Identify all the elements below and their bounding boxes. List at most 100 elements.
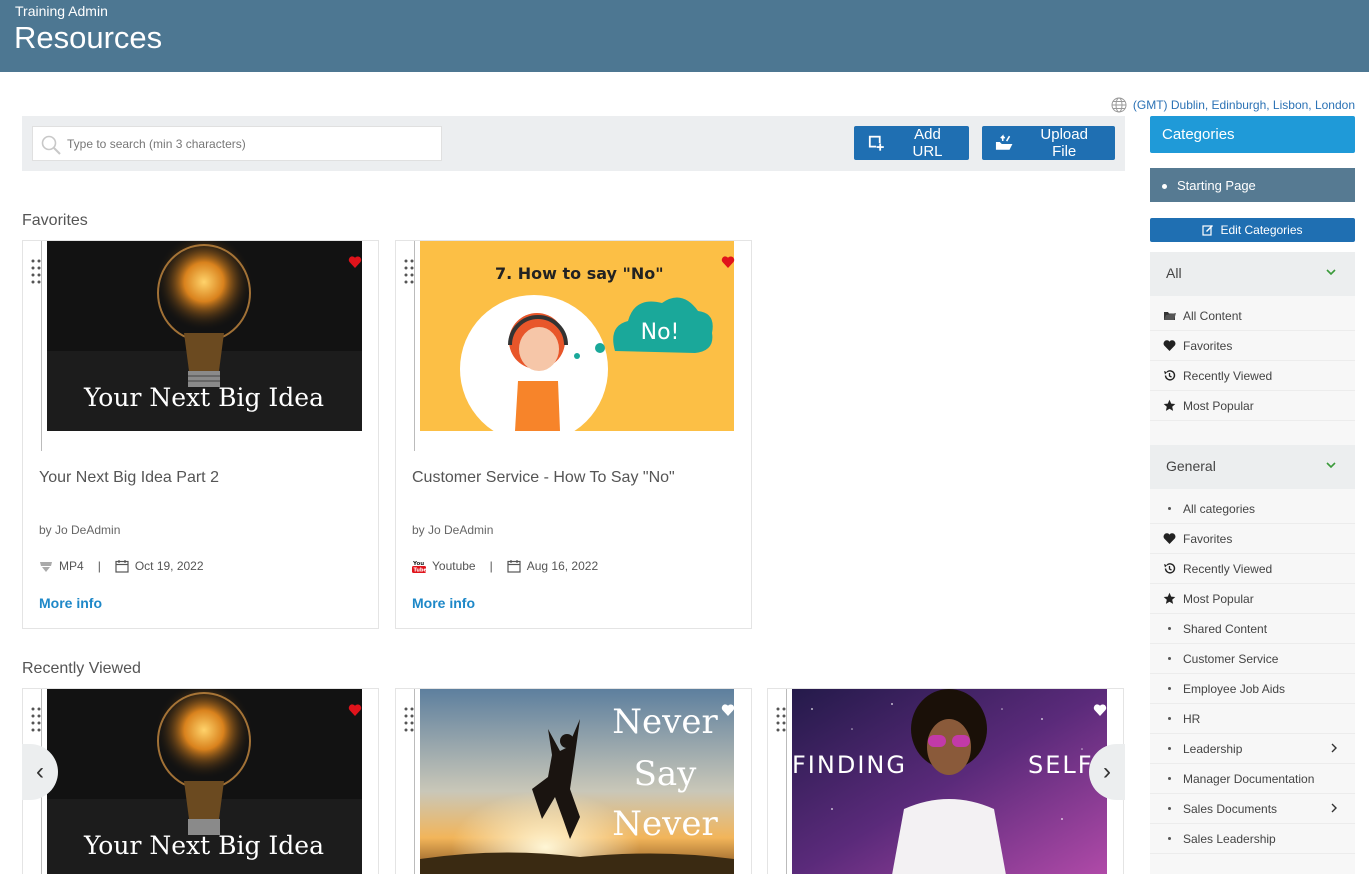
thumbnail-line-3: Never xyxy=(612,804,718,844)
add-url-icon xyxy=(868,135,885,152)
page-title: Resources xyxy=(14,20,163,55)
favorite-heart-icon[interactable] xyxy=(1093,703,1107,717)
search-box xyxy=(32,126,442,161)
favorite-heart-icon[interactable] xyxy=(721,703,735,717)
toolbar: Add URL Upload File xyxy=(22,116,1125,171)
starting-page-label: Starting Page xyxy=(1177,178,1256,193)
favorite-heart-icon[interactable] xyxy=(348,255,362,269)
thumbnail-line-2: Say xyxy=(634,754,698,794)
group-all-label: All xyxy=(1166,265,1182,281)
drag-handle-icon[interactable] xyxy=(31,707,41,733)
sidebar-item-hr[interactable]: HR xyxy=(1150,704,1355,734)
sidebar-item-manager-documentation[interactable]: Manager Documentation xyxy=(1150,764,1355,794)
sidebar-item-employee-job-aids[interactable]: Employee Job Aids xyxy=(1150,674,1355,704)
resource-card[interactable]: FINDING SELF xyxy=(767,688,1124,874)
card-title[interactable]: Your Next Big Idea Part 2 xyxy=(39,469,219,487)
chevron-right-icon: › xyxy=(1103,758,1111,785)
sidebar-item-label: Employee Job Aids xyxy=(1183,681,1286,696)
lightbulb-image: Your Next Big Idea xyxy=(47,241,362,431)
sidebar-item-favorites[interactable]: Favorites xyxy=(1150,524,1355,554)
card-title[interactable]: Customer Service - How To Say "No" xyxy=(412,469,675,487)
favorite-heart-icon[interactable] xyxy=(348,703,362,717)
sidebar-item-sales-documents[interactable]: Sales Documents xyxy=(1150,794,1355,824)
upload-file-label: Upload File xyxy=(1040,126,1088,160)
video-file-icon xyxy=(40,562,52,572)
card-meta: You Tube Youtube | Aug 16, 2022 xyxy=(412,559,598,573)
card-author: by Jo DeAdmin xyxy=(412,523,494,537)
drag-handle-icon[interactable] xyxy=(404,259,414,285)
sidebar-item-recently-viewed[interactable]: Recently Viewed xyxy=(1150,554,1355,584)
chevron-right-icon[interactable] xyxy=(1329,802,1339,814)
thumbnail-title: 7. How to say "No" xyxy=(495,264,664,283)
chevron-right-icon[interactable] xyxy=(1329,742,1339,754)
drag-handle-icon[interactable] xyxy=(31,259,41,285)
sidebar-item-shared-content[interactable]: Shared Content xyxy=(1150,614,1355,644)
sidebar-item-favorites[interactable]: Favorites xyxy=(1150,331,1355,361)
card-thumbnail[interactable]: 7. How to say "No" No! xyxy=(420,241,734,431)
never-say-never-image: Never Say Never xyxy=(420,689,734,874)
card-thumbnail[interactable]: Never Say Never xyxy=(420,689,734,874)
thumbnail-left-text: FINDING xyxy=(792,751,907,779)
bullet-icon xyxy=(1167,717,1171,720)
page-header: Training Admin Resources xyxy=(0,0,1369,72)
sidebar-item-most-popular[interactable]: Most Popular xyxy=(1150,391,1355,421)
more-info-link[interactable]: More info xyxy=(39,595,102,611)
search-input[interactable] xyxy=(67,127,437,160)
bullet-icon xyxy=(1167,627,1171,630)
folder-icon xyxy=(1163,312,1176,320)
card-thumbnail[interactable]: Your Next Big Idea xyxy=(47,241,362,431)
resource-card[interactable]: Your Next Big Idea Your Next Big Idea Pa… xyxy=(22,240,379,629)
resource-card[interactable]: 7. How to say "No" No! Customer Service … xyxy=(395,240,752,629)
drag-handle-icon[interactable] xyxy=(776,707,786,733)
thumbnail-right-text: SELF xyxy=(1028,751,1094,779)
upload-icon xyxy=(995,134,1013,150)
heart-icon xyxy=(1163,533,1175,544)
sidebar-item-label: Most Popular xyxy=(1183,398,1254,413)
favorite-heart-icon[interactable] xyxy=(721,255,735,269)
more-info-link[interactable]: More info xyxy=(412,595,475,611)
resource-card[interactable]: Never Say Never xyxy=(395,688,752,874)
edit-icon xyxy=(1202,225,1214,236)
sidebar-item-label: Sales Documents xyxy=(1183,801,1278,816)
sidebar-item-all-categories[interactable]: All categories xyxy=(1150,494,1355,524)
sidebar-item-recently-viewed[interactable]: Recently Viewed xyxy=(1150,361,1355,391)
meta-separator: | xyxy=(489,559,493,573)
card-date: Aug 16, 2022 xyxy=(526,559,599,573)
bullet-icon xyxy=(1167,837,1171,840)
card-thumbnail[interactable]: FINDING SELF xyxy=(792,689,1107,874)
search-icon xyxy=(41,135,61,155)
sidebar-item-label: All Content xyxy=(1183,308,1242,323)
say-no-image: 7. How to say "No" No! xyxy=(420,241,734,431)
card-type: MP4 xyxy=(59,559,84,573)
sidebar-item-leadership[interactable]: Leadership xyxy=(1150,734,1355,764)
bullet-icon xyxy=(1162,184,1167,190)
upload-file-button[interactable]: Upload File xyxy=(982,126,1115,160)
edit-categories-label: Edit Categories xyxy=(1220,223,1303,237)
starting-page-item[interactable]: Starting Page xyxy=(1150,168,1355,202)
sidebar-item-sales-leadership[interactable]: Sales Leadership xyxy=(1150,824,1355,854)
sidebar-item-most-popular[interactable]: Most Popular xyxy=(1150,584,1355,614)
card-date: Oct 19, 2022 xyxy=(134,559,204,573)
card-thumbnail[interactable]: Your Next Big Idea xyxy=(47,689,362,874)
history-icon xyxy=(1163,563,1175,574)
group-all-header[interactable]: All xyxy=(1150,252,1355,296)
sidebar-item-label: Shared Content xyxy=(1183,621,1268,636)
sidebar-item-label: All categories xyxy=(1183,501,1256,516)
sidebar-item-label: Manager Documentation xyxy=(1183,771,1315,786)
bullet-icon xyxy=(1167,747,1171,750)
sidebar-item-customer-service[interactable]: Customer Service xyxy=(1150,644,1355,674)
timezone-link[interactable]: (GMT) Dublin, Edinburgh, Lisbon, London xyxy=(1111,97,1355,113)
group-all-list: All Content Favorites Recently Viewed Mo… xyxy=(1150,301,1355,421)
youtube-icon: YouTube xyxy=(412,561,426,573)
sidebar-item-label: Customer Service xyxy=(1183,651,1279,666)
group-general-header[interactable]: General xyxy=(1150,445,1355,489)
edit-categories-button[interactable]: Edit Categories xyxy=(1150,218,1355,242)
resource-card[interactable]: Your Next Big Idea xyxy=(22,688,379,874)
add-url-button[interactable]: Add URL xyxy=(854,126,969,160)
drag-handle-icon[interactable] xyxy=(404,707,414,733)
card-type: Youtube xyxy=(432,559,476,573)
thumbnail-bubble: No! xyxy=(641,320,680,345)
sidebar-item-all-content[interactable]: All Content xyxy=(1150,301,1355,331)
chevron-down-icon xyxy=(1326,462,1336,469)
history-icon xyxy=(1163,370,1175,381)
